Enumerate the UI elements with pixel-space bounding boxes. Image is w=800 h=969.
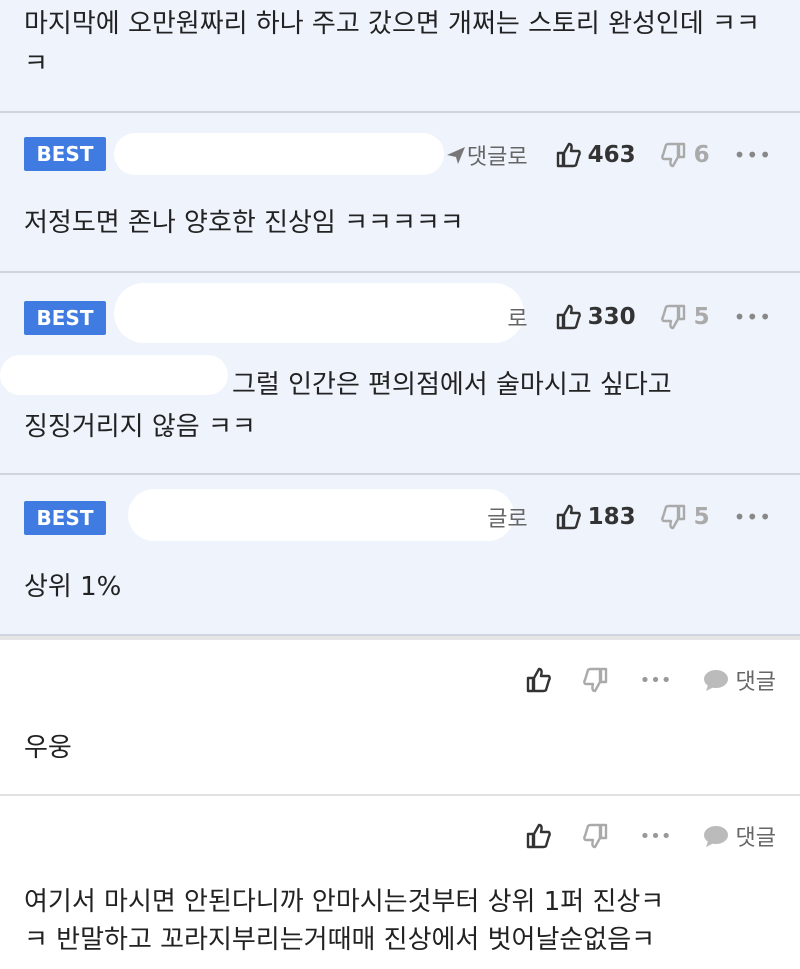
reply-button[interactable]: 댓글로 xyxy=(445,139,528,171)
dislike-button[interactable]: 5 xyxy=(660,503,710,531)
best-badge: BEST xyxy=(24,137,106,171)
comment-1: ••• 댓글 우웅 xyxy=(0,636,800,794)
thumbs-down-icon xyxy=(582,822,610,850)
more-options-icon[interactable]: ••• xyxy=(640,826,672,847)
reply-button[interactable]: 댓글 xyxy=(702,820,776,852)
reply-button[interactable]: 글로 xyxy=(487,501,527,533)
thumbs-down-icon xyxy=(582,666,610,694)
best-badge: BEST xyxy=(24,501,106,535)
speech-bubble-icon xyxy=(702,824,730,848)
speech-bubble-icon xyxy=(702,668,730,692)
thumbs-up-icon xyxy=(554,141,582,169)
reply-label: 댓글 xyxy=(735,670,776,695)
thumbs-up-icon xyxy=(554,503,582,531)
comment-text: 마지막에 오만원짜리 하나 주고 갔으면 개쩌는 스토리 완성인데 ㅋㅋㅋ xyxy=(24,9,760,79)
more-options-icon[interactable]: ••• xyxy=(640,670,672,691)
more-options-icon[interactable]: ••• xyxy=(734,143,772,167)
dislike-button[interactable] xyxy=(582,666,610,694)
comment-text-line1: 그럴 인간은 편의점에서 술마시고 싶다고 xyxy=(232,370,672,400)
thumbs-down-icon xyxy=(660,303,688,331)
like-count: 330 xyxy=(587,304,636,330)
dislike-button[interactable]: 5 xyxy=(660,303,710,331)
reply-label: 댓글로 xyxy=(466,145,528,170)
comment-block-top: 마지막에 오만원짜리 하나 주고 갔으면 개쩌는 스토리 완성인데 ㅋㅋㅋ xyxy=(0,0,800,113)
reply-label: 댓글 xyxy=(735,826,776,851)
thumbs-down-icon xyxy=(660,141,688,169)
thumbs-down-icon xyxy=(660,503,688,531)
best-badge: BEST xyxy=(24,301,106,335)
comment-meta: 로 330 5 ••• xyxy=(507,301,772,333)
redacted-username xyxy=(128,489,514,541)
redacted-username xyxy=(114,133,444,175)
like-button[interactable] xyxy=(524,666,552,694)
thumbs-up-icon xyxy=(524,822,552,850)
comment-text: 상위 1% xyxy=(24,572,122,602)
like-button[interactable] xyxy=(524,822,552,850)
like-button[interactable]: 463 xyxy=(554,141,636,169)
comment-actions: ••• 댓글 xyxy=(494,820,776,852)
dislike-button[interactable] xyxy=(582,822,610,850)
like-button[interactable]: 330 xyxy=(554,303,636,331)
comment-text: 저정도면 존나 양호한 진상임 ㅋㅋㅋㅋㅋ xyxy=(24,208,464,238)
dislike-count: 5 xyxy=(693,504,710,530)
comment-actions: ••• 댓글 xyxy=(494,664,776,696)
comment-meta: 댓글로 463 6 ••• xyxy=(445,139,772,171)
reply-button[interactable]: 댓글 xyxy=(702,664,776,696)
best-comment-2: BEST 로 330 5 ••• 그럴 인간은 편의점에서 술마시고 싶다고 징… xyxy=(0,273,800,475)
best-comment-1: BEST 댓글로 463 6 ••• 저정도면 존나 양호한 진상임 ㅋㅋㅋㅋㅋ xyxy=(0,113,800,273)
dislike-button[interactable]: 6 xyxy=(660,141,710,169)
dislike-count: 5 xyxy=(693,304,710,330)
thumbs-up-icon xyxy=(524,666,552,694)
best-comment-3: BEST 글로 183 5 ••• 상위 1% xyxy=(0,475,800,636)
redacted-mention xyxy=(0,355,228,395)
more-options-icon[interactable]: ••• xyxy=(734,305,772,329)
like-count: 183 xyxy=(587,504,636,530)
comment-text-line2: 징징거리지 않음 ㅋㅋ xyxy=(24,412,256,442)
comment-text-line2: ㅋ 반말하고 꼬라지부리는거때매 진상에서 벗어날순없음ㅋ xyxy=(24,925,656,955)
like-button[interactable]: 183 xyxy=(554,503,636,531)
like-count: 463 xyxy=(587,142,636,168)
send-arrow-icon xyxy=(445,144,467,166)
comment-meta: 글로 183 5 ••• xyxy=(487,501,772,533)
comment-text-line1: 여기서 마시면 안된다니까 안마시는것부터 상위 1퍼 진상ㅋ xyxy=(24,887,665,917)
thumbs-up-icon xyxy=(554,303,582,331)
more-options-icon[interactable]: ••• xyxy=(734,505,772,529)
reply-label: 글로 xyxy=(487,507,528,532)
redacted-username xyxy=(114,283,524,343)
dislike-count: 6 xyxy=(693,142,710,168)
reply-button[interactable]: 로 xyxy=(507,301,527,333)
reply-label: 로 xyxy=(507,307,528,332)
comment-text: 우웅 xyxy=(24,733,72,763)
comment-2: ••• 댓글 여기서 마시면 안된다니까 안마시는것부터 상위 1퍼 진상ㅋ ㅋ… xyxy=(0,794,800,966)
